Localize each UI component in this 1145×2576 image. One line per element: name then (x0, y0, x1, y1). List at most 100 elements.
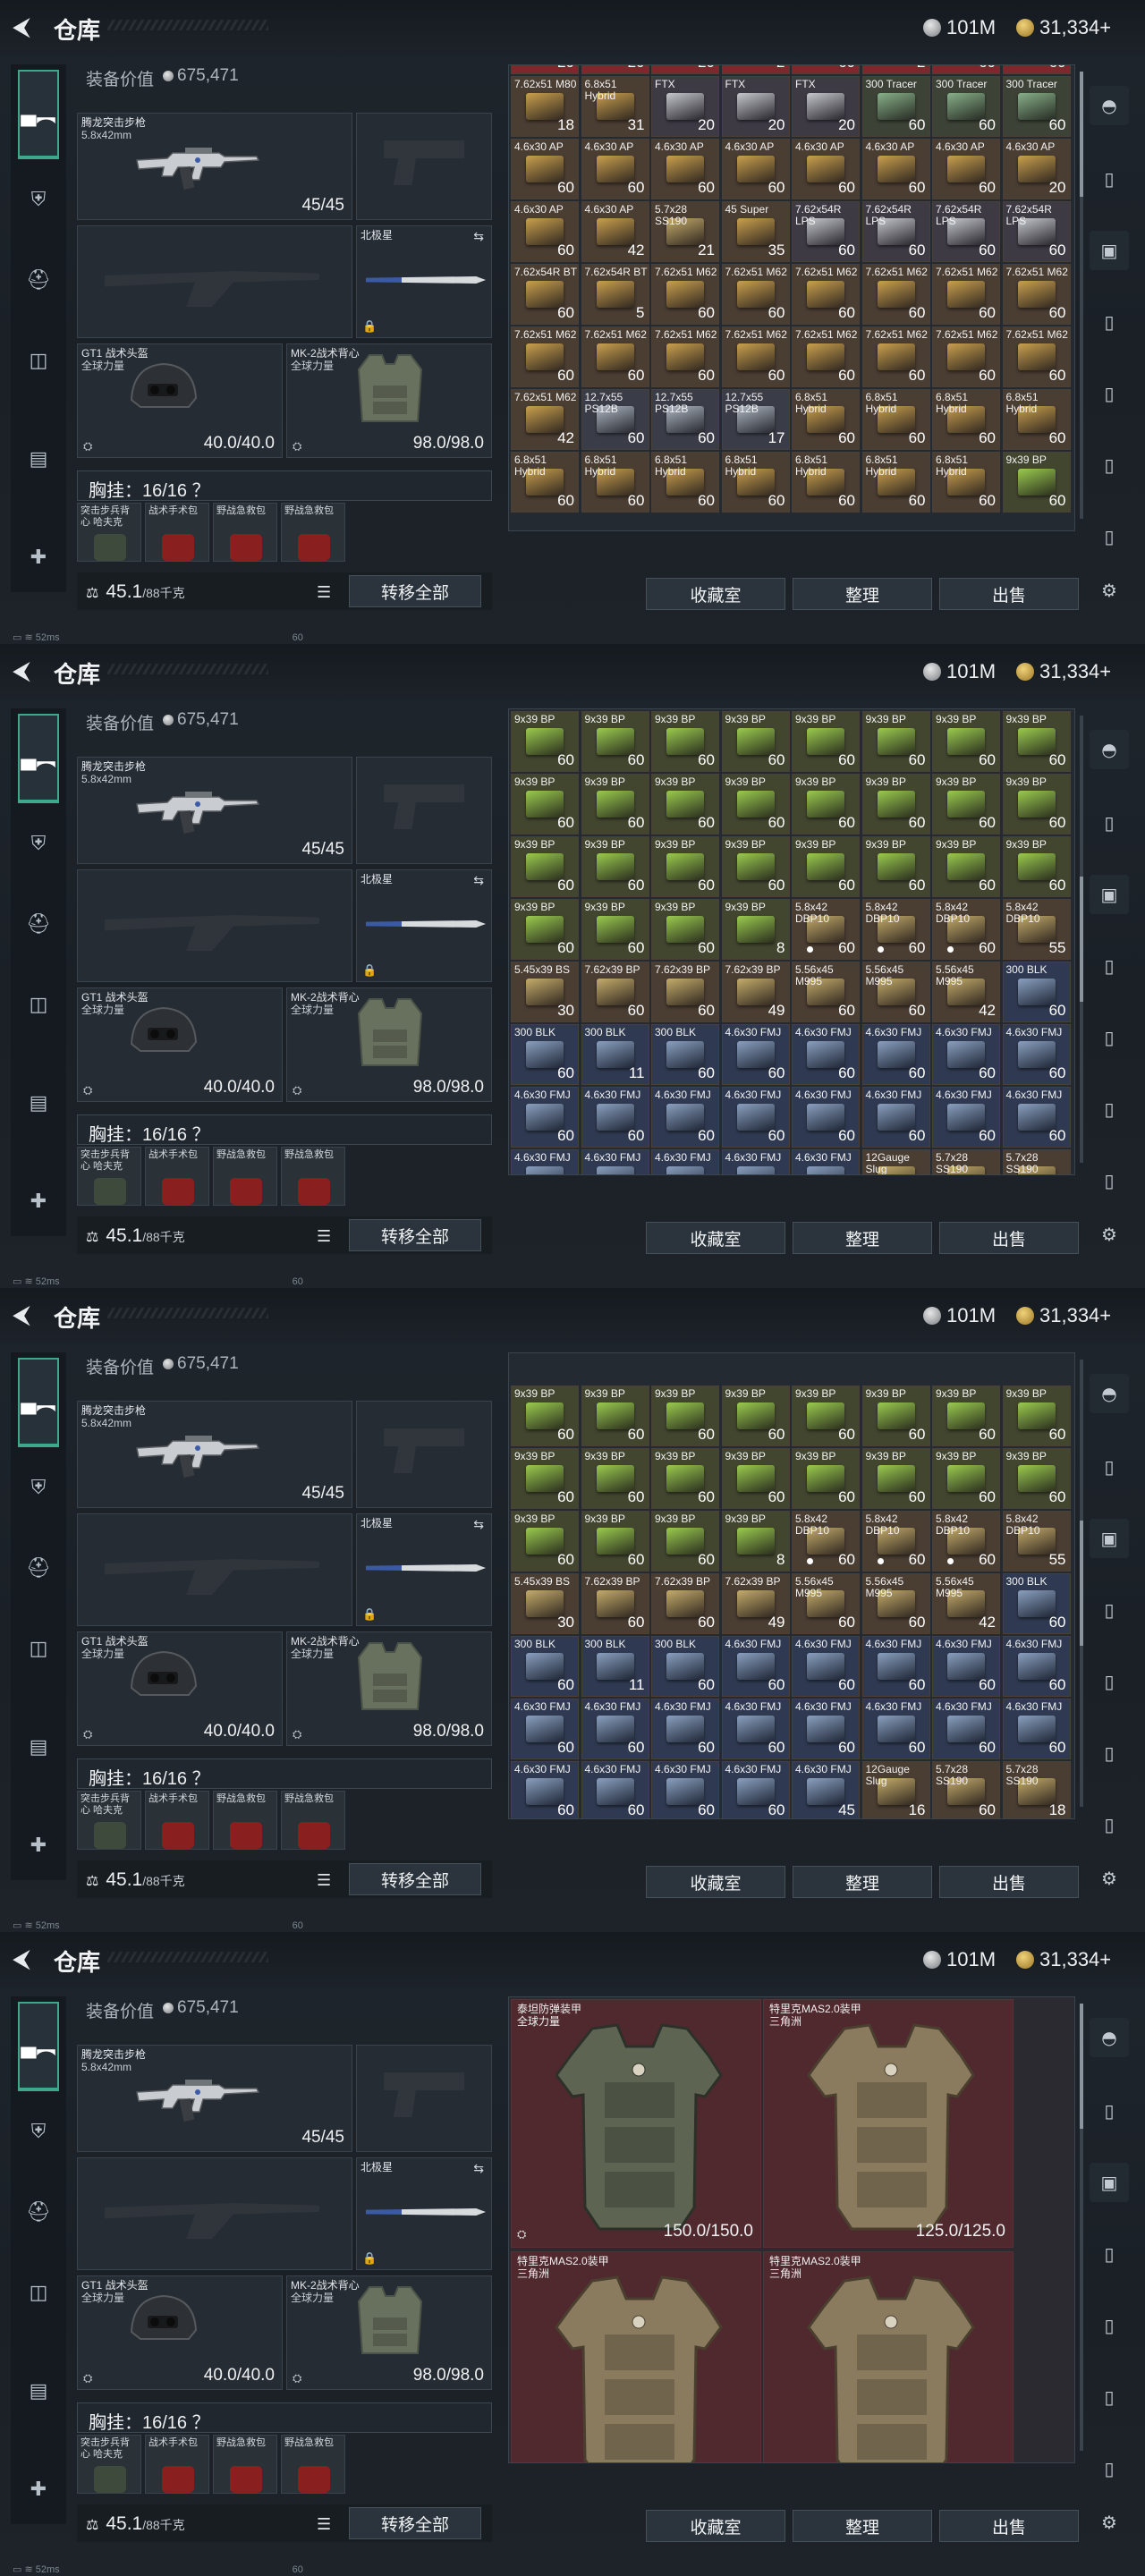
ammo-item[interactable]: FTX 20 (721, 76, 790, 137)
melee-slot[interactable]: 北极星 ⇆ 🔒 (356, 225, 492, 338)
ammo-item[interactable]: 4.6x30 AP 60 (932, 139, 1000, 199)
melee-slot[interactable]: 北极星 ⇆ 🔒 (356, 2157, 492, 2270)
ammo-item[interactable]: 9x39 BP 60 (511, 774, 579, 835)
armor-item[interactable]: 泰坦防弹装甲 全球力量 150.0/150.0 ⛭ (511, 1999, 761, 2248)
ammo-item[interactable]: 7.62x51 M62 60 (1002, 326, 1071, 387)
storage-tab-icon[interactable]: ▯ (1090, 1161, 1129, 1200)
helmet-slot[interactable]: GT1 战术头盔 全球力量 ⛭ 40.0/40.0 (77, 2275, 283, 2390)
ammo-item[interactable]: 300 BLK 60 (1002, 962, 1071, 1022)
ammo-item[interactable]: 6.8x51 Hybrid 60 (651, 452, 719, 513)
ammo-item[interactable]: 9x39 BP 60 (861, 774, 930, 835)
ammo-item[interactable]: 9x39 BP 60 (861, 711, 930, 772)
ammo-item[interactable]: 9x39 BP 60 (932, 836, 1000, 897)
primary-weapon-slot[interactable]: 腾龙突击步枪 5.8x42mm 45/45 (77, 1401, 352, 1508)
ammo-item[interactable]: 12Gauge Slug 16 (861, 1761, 930, 1818)
uniform-icon[interactable]: ⛨ (18, 823, 59, 864)
swap-icon[interactable]: ⇆ (473, 230, 484, 244)
ammo-item[interactable]: 4.6x30 AP 60 (792, 139, 860, 199)
chest-rig-item[interactable]: 战术手术包 (145, 1147, 209, 1206)
armor-slot[interactable]: MK-2战术背心 全球力量 ⛭ 98.0/98.0 (286, 343, 492, 458)
ammo-item[interactable]: 4.6x30 FMJ60 (721, 1761, 790, 1818)
ammo-item[interactable]: 9x39 BP 60 (581, 711, 649, 772)
ammo-item[interactable]: 7.62x51 M62 60 (721, 264, 790, 325)
chest-rig-icon[interactable]: ▤ (18, 438, 59, 479)
ammo-item[interactable]: 9x39 BP 60 (1002, 1448, 1071, 1509)
ammo-item[interactable]: 45 Super 35 (721, 201, 790, 262)
ammo-item[interactable]: 9x39 BP 60 (861, 836, 930, 897)
ammo-item[interactable]: 5.56x45 M995 42 (932, 1573, 1000, 1634)
ammo-item[interactable]: 4.6x30 FMJ60 (932, 1087, 1000, 1148)
ammo-item[interactable]: 9x39 BP 60 (721, 1385, 790, 1446)
ammo-item[interactable]: 2 (861, 65, 930, 74)
ammo-item[interactable]: 5.8x42 DBP10 55 (1002, 1511, 1071, 1572)
storage-tab-icon[interactable]: ▯ (1090, 1805, 1129, 1844)
ammo-item[interactable]: 300 BLK 11 (581, 1636, 649, 1697)
storage-tab-icon[interactable]: ▯ (1090, 374, 1129, 413)
ammo-item[interactable]: 5.8x42 DBP10 60 (932, 1511, 1000, 1572)
ammo-item[interactable]: 7.62x39 BP 49 (721, 962, 790, 1022)
ammo-item[interactable]: 9x39 BP 8 (721, 899, 790, 960)
ammo-item[interactable]: 6.8x51 Hybrid 60 (511, 452, 579, 513)
settings-gear-icon[interactable]: ⚙ (1090, 2503, 1129, 2542)
ammo-item[interactable]: 12.7x55 PS12B 17 (721, 389, 790, 450)
scrollbar-thumb[interactable] (1080, 1521, 1083, 1646)
ammo-item[interactable]: 12.7x55 PS12B 60 (651, 389, 719, 450)
ammo-item[interactable]: 60 (1002, 65, 1071, 74)
armor-slot[interactable]: MK-2战术背心 全球力量 ⛭ 98.0/98.0 (286, 1631, 492, 1746)
ammo-item[interactable]: 4.6x30 FMJ60 (581, 1699, 649, 1759)
primary-weapon-slot[interactable]: 腾龙突击步枪 5.8x42mm 45/45 (77, 113, 352, 220)
ammo-item[interactable]: 9x39 BP 60 (932, 711, 1000, 772)
ammo-item[interactable]: 4.6x30 FMJ60 (651, 1149, 719, 1174)
sort-button[interactable]: 整理 (793, 2510, 932, 2542)
ammo-item[interactable]: 7.62x51 M62 60 (932, 326, 1000, 387)
ammo-item[interactable]: 4.6x30 FMJ60 (792, 1024, 860, 1085)
ammo-item[interactable]: 7.62x51 M62 60 (651, 264, 719, 325)
back-arrow-icon[interactable]: ⮜ (13, 658, 39, 685)
ammo-item[interactable]: 9x39 BP 60 (721, 711, 790, 772)
ammo-item[interactable]: 5.56x45 M995 60 (792, 1573, 860, 1634)
ammo-item[interactable]: 4.6x30 AP 60 (651, 139, 719, 199)
chest-rig-item[interactable]: 野战急救包 (213, 1147, 277, 1206)
ammo-item[interactable]: 6.8x51 Hybrid 60 (932, 389, 1000, 450)
chest-rig-item[interactable]: 突击步兵背心 哈夫克 (77, 1791, 141, 1850)
storage-tab-icon[interactable]: ▯ (1090, 2306, 1129, 2345)
ammo-item[interactable]: 4.6x30 FMJ60 (651, 1761, 719, 1818)
sell-button[interactable]: 出售 (939, 1222, 1079, 1254)
ammo-item[interactable]: 4.6x30 FMJ45 (792, 1761, 860, 1818)
sort-button[interactable]: 整理 (793, 578, 932, 610)
ammo-item[interactable]: 5.56x45 M995 60 (861, 962, 930, 1022)
vault-icon[interactable]: ◓ (1090, 2018, 1129, 2057)
list-icon[interactable]: ☰ (317, 2515, 331, 2534)
swap-icon[interactable]: ⇆ (473, 874, 484, 888)
ammo-item[interactable]: 9x39 BP 60 (511, 899, 579, 960)
storage-tab-icon[interactable]: ▯ (1090, 1018, 1129, 1057)
scrollbar-thumb[interactable] (1080, 877, 1083, 1002)
pistol-slot[interactable] (356, 2045, 492, 2152)
chest-rig-item[interactable]: 野战急救包 (281, 2435, 345, 2494)
backpack-icon[interactable]: ◫ (18, 984, 59, 1025)
ammo-item[interactable]: 7.62x51 M80 18 (511, 76, 579, 137)
ammo-item[interactable]: 7.62x51 M62 60 (651, 326, 719, 387)
ammo-item[interactable]: 9x39 BP 60 (792, 836, 860, 897)
ammo-item[interactable]: 4.6x30 FMJ45 (792, 1149, 860, 1174)
ammo-item[interactable]: 4.6x30 FMJ60 (721, 1087, 790, 1148)
ammo-item[interactable]: 5.8x42 DBP10 60 (792, 1511, 860, 1572)
ammo-item[interactable]: FTX 20 (792, 76, 860, 137)
ammo-item[interactable]: 4.6x30 FMJ60 (721, 1024, 790, 1085)
collection-button[interactable]: 收藏室 (646, 1866, 785, 1898)
ammo-item[interactable]: 9x39 BP 60 (932, 1385, 1000, 1446)
transfer-all-button[interactable]: 转移全部 (349, 2507, 481, 2539)
ammo-item[interactable]: 5.56x45 M995 60 (792, 962, 860, 1022)
ammo-item[interactable]: 5.56x45 M995 42 (932, 962, 1000, 1022)
sort-button[interactable]: 整理 (793, 1222, 932, 1254)
collection-button[interactable]: 收藏室 (646, 578, 785, 610)
ammo-item[interactable]: 7.62x51 M62 60 (1002, 264, 1071, 325)
ammo-item[interactable]: 5.8x42 DBP10 60 (932, 899, 1000, 960)
ammo-item[interactable]: 5.8x42 DBP10 60 (792, 899, 860, 960)
ammo-item[interactable]: 4.6x30 FMJ60 (1002, 1087, 1071, 1148)
ammo-item[interactable]: 9x39 BP 60 (651, 1385, 719, 1446)
ammo-item[interactable]: 20 (581, 65, 649, 74)
pistol-slot[interactable] (356, 757, 492, 864)
ammo-item[interactable]: 4.6x30 FMJ60 (861, 1699, 930, 1759)
ammo-item[interactable]: 9x39 BP 60 (1002, 774, 1071, 835)
